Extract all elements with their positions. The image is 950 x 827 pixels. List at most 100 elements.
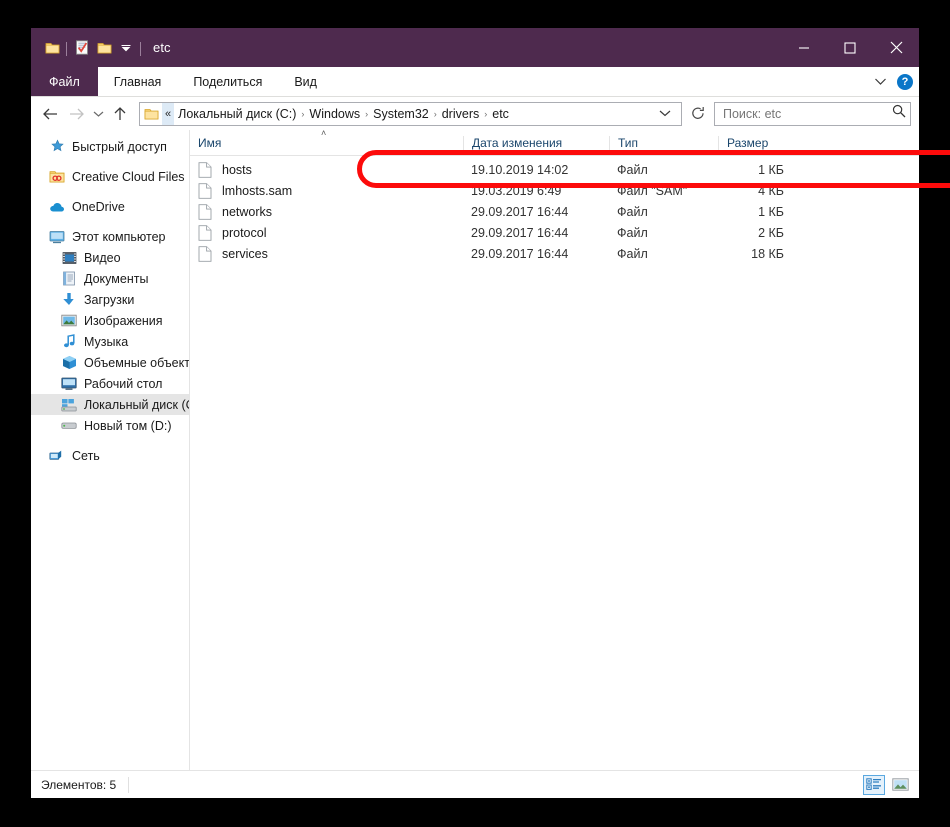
sidebar-item-desktop[interactable]: Рабочий стол [31,373,189,394]
maximize-button[interactable] [827,28,873,67]
file-icon [198,224,214,241]
creative-cloud-folder-icon [49,169,65,185]
breadcrumb-item-windows[interactable]: Windows [305,107,364,121]
sidebar-item-new-volume-d[interactable]: Новый том (D:) [31,415,189,436]
address-bar: « Локальный диск (C:) › Windows › System… [31,97,919,130]
sidebar-item-videos[interactable]: Видео [31,247,189,268]
recent-locations-button[interactable] [89,101,107,127]
file-type: Файл [617,246,648,261]
sidebar-item-label: Рабочий стол [84,376,163,391]
chevron-down-icon[interactable] [874,73,887,91]
tab-home[interactable]: Главная [98,67,178,96]
help-icon[interactable]: ? [897,74,913,90]
tab-view[interactable]: Вид [278,67,333,96]
column-header-size[interactable]: Размер [718,136,796,155]
file-name: networks [222,204,273,219]
breadcrumb-bar[interactable]: « Локальный диск (C:) › Windows › System… [139,101,682,126]
breadcrumb-item-etc[interactable]: etc [488,107,513,121]
file-list-pane: Имя ˄ Дата изменения Тип Размер hosts 19… [190,128,950,770]
breadcrumb-item-drivers[interactable]: drivers [438,107,484,121]
new-folder-icon[interactable] [93,37,115,59]
column-header-date[interactable]: Дата изменения [463,136,609,155]
file-icon [198,182,214,199]
breadcrumb: Локальный диск (C:) › Windows › System32… [174,107,651,121]
sidebar-item-creative-cloud-files[interactable]: Creative Cloud Files [31,166,189,187]
sidebar-item-3d-objects[interactable]: Объемные объект [31,352,189,373]
file-date: 29.09.2017 16:44 [471,204,569,219]
file-size: 2 КБ [758,225,784,240]
file-type: Файл [617,225,648,240]
sidebar-item-label: Этот компьютер [72,229,166,244]
breadcrumb-overflow[interactable]: « [162,102,175,125]
sidebar-item-network[interactable]: Сеть [31,445,189,466]
sidebar-item-label: Изображения [84,313,163,328]
table-row[interactable]: lmhosts.sam 19.03.2019 6:49 Файл "SAM" 4… [190,180,919,201]
search-icon[interactable] [892,104,906,123]
breadcrumb-item-system32[interactable]: System32 [369,107,433,121]
sidebar-item-documents[interactable]: Документы [31,268,189,289]
file-name: lmhosts.sam [222,183,293,198]
search-input[interactable] [723,106,892,121]
sidebar-item-music[interactable]: Музыка [31,331,189,352]
file-name: protocol [222,225,267,240]
title-bar: etc [31,28,919,67]
up-button[interactable] [107,101,133,127]
minimize-button[interactable] [781,28,827,67]
sidebar-item-pictures[interactable]: Изображения [31,310,189,331]
file-type: Файл [617,162,648,177]
sidebar-item-label: Документы [84,271,149,286]
music-icon [61,334,77,350]
star-icon [49,139,65,155]
sidebar-item-label: Сеть [72,448,100,463]
sidebar-item-onedrive[interactable]: OneDrive [31,196,189,217]
file-type: Файл "SAM" [617,183,688,198]
sidebar-item-label: Загрузки [84,292,135,307]
table-row[interactable]: services 29.09.2017 16:44 Файл 18 КБ [190,243,919,264]
sidebar-item-local-disk-c[interactable]: Локальный диск (C [31,394,189,415]
tab-file[interactable]: Файл [31,67,98,96]
properties-icon[interactable] [71,37,93,59]
table-row[interactable]: networks 29.09.2017 16:44 Файл 1 КБ [190,201,919,222]
3d-objects-icon [61,355,77,371]
sort-ascending-icon: ˄ [321,128,327,138]
file-date: 19.10.2019 14:02 [471,162,569,177]
folder-icon[interactable] [41,37,63,59]
drive-icon [61,418,77,434]
documents-icon [61,271,77,287]
back-button[interactable] [37,101,63,127]
chevron-down-icon[interactable] [651,108,679,120]
sidebar-item-downloads[interactable]: Загрузки [31,289,189,310]
file-name: hosts [222,162,252,177]
table-row[interactable]: protocol 29.09.2017 16:44 Файл 2 КБ [190,222,919,243]
column-header-type[interactable]: Тип [609,136,718,155]
ribbon-right-controls: ? [874,67,913,97]
sidebar-item-quick-access[interactable]: Быстрый доступ [31,136,189,157]
downloads-icon [61,292,77,308]
sidebar-item-this-pc[interactable]: Этот компьютер [31,226,189,247]
breadcrumb-item-drive[interactable]: Локальный диск (C:) [174,107,300,121]
sidebar-item-label: Объемные объект [84,355,190,370]
close-button[interactable] [873,28,919,67]
refresh-icon[interactable] [686,101,710,127]
tab-share[interactable]: Поделиться [177,67,278,96]
file-name-cell: services [190,245,463,262]
column-header-name[interactable]: Имя ˄ [190,128,463,155]
folder-icon [140,107,162,121]
table-row[interactable]: hosts 19.10.2019 14:02 Файл 1 КБ [190,159,919,180]
large-icons-view-button[interactable] [889,775,911,795]
details-view-button[interactable] [863,774,885,795]
search-box[interactable] [714,101,911,126]
file-name-cell: networks [190,203,463,220]
navigation-pane: Быстрый доступ Creative Cloud Files OneD… [31,130,190,770]
file-name: services [222,246,268,261]
view-mode-buttons [863,774,911,795]
ribbon-tabs: Файл Главная Поделиться Вид ? [31,67,919,97]
toolbar-separator-2 [137,40,145,56]
sidebar-item-label: OneDrive [72,199,125,214]
chevron-down-icon[interactable] [115,37,137,59]
sidebar-item-label: Локальный диск (C [84,397,190,412]
file-rows: hosts 19.10.2019 14:02 Файл 1 КБ lmhosts… [190,150,950,770]
pictures-icon [61,313,77,329]
forward-button[interactable] [63,101,89,127]
sidebar-item-label: Видео [84,250,121,265]
